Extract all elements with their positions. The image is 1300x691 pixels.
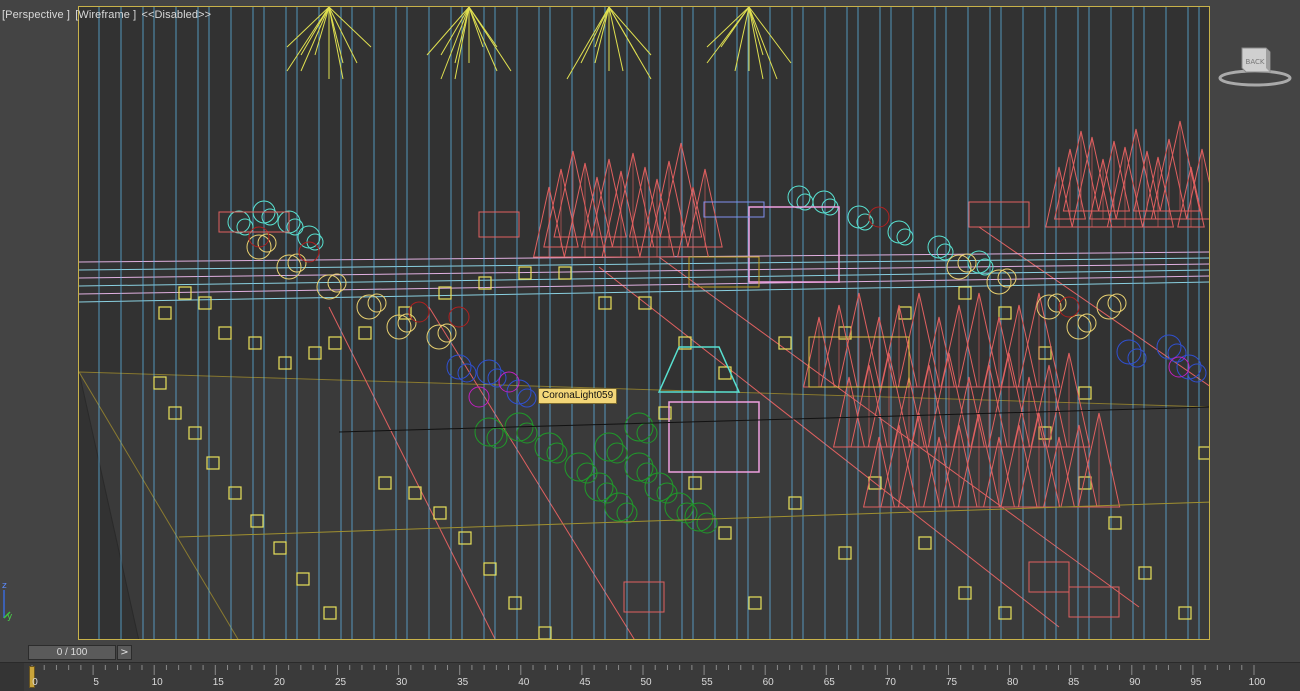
kiosk-roof [657,346,741,393]
round-tree [1058,296,1080,318]
round-tree [448,306,470,328]
light-box [778,336,792,350]
planter-box [968,201,1030,228]
round-tree [408,301,430,323]
frame-tick-label: 20 [273,677,285,688]
round-tree [896,228,914,246]
axis-y-label: y [7,612,13,622]
perspective-viewport[interactable] [78,6,1210,640]
rail-line [79,263,1209,279]
light-box [158,306,172,320]
light-box [328,336,342,350]
frame-tick-label: 45 [579,677,591,688]
shading-mode-menu[interactable]: [Wireframe ] [75,9,136,21]
frame-tick-label: 40 [518,677,530,688]
frame-tick-label: 15 [212,677,224,688]
frame-tick-label: 60 [762,677,774,688]
track-bar[interactable]: 0 5 10 15 20 25 30 35 40 45 50 55 60 65 70 75 80 85 90 95 10… [0,662,1300,691]
frame-tick-label: 70 [884,677,896,688]
sky-ray [300,7,330,56]
frame-tick-label: 80 [1007,677,1019,688]
round-tree [437,323,457,343]
viewport-label: [Perspective ] [Wireframe ] <<Disabled>> [2,9,213,21]
light-box [178,286,192,300]
round-tree [1047,293,1067,313]
wireframe-scene [79,7,1209,639]
round-tree [1077,313,1097,333]
round-tree [1127,348,1147,368]
light-box [438,286,452,300]
frame-tick-label: 10 [151,677,163,688]
view-type-menu[interactable]: [Perspective ] [2,9,70,21]
frame-tick-label: 65 [823,677,835,688]
light-box [958,286,972,300]
conifer-tree [1185,148,1209,220]
viewcube-widget[interactable]: BACK [1218,42,1292,90]
axis-tripod-icon: z y [0,578,20,622]
round-tree [1116,339,1142,365]
sky-ray [468,7,512,72]
rail-line [79,257,1209,271]
round-tree [298,241,320,263]
round-tree [487,368,507,388]
frame-tick-label: 30 [396,677,408,688]
frame-tick-label: 90 [1129,677,1141,688]
frame-tick-label: 0 [32,677,38,688]
sky-ray [748,7,764,56]
sky-ray [566,7,610,80]
sky-ray [608,7,624,72]
frame-tick-label: 95 [1190,677,1202,688]
viewcube-face-label: BACK [1246,58,1265,66]
frame-tick-label: 55 [701,677,713,688]
object-tooltip: CoronaLight059 [538,388,618,404]
sky-ray [440,7,470,80]
round-tree [457,363,477,383]
viewcube-ring [1218,69,1292,87]
light-box [218,326,232,340]
round-tree [236,218,254,236]
round-tree [1167,343,1187,363]
round-tree [868,206,890,228]
sky-ray [748,7,778,80]
road-edge [978,226,1209,387]
sky-ray [594,7,610,64]
frame-tick-label: 25 [334,677,347,688]
frame-tick-label: 35 [457,677,469,688]
axis-z-label: z [2,581,7,591]
sky-ray [286,7,330,72]
frame-tick-label: 75 [945,677,958,688]
round-tree [1156,334,1182,360]
frame-tick-label: 85 [1068,677,1080,688]
round-tree [957,253,977,273]
sky-ray [706,7,750,48]
frame-tick-label: 5 [93,677,99,688]
sky-ray [300,7,330,72]
light-box [558,266,572,280]
sky-ray [608,7,652,56]
time-slider[interactable]: 0 / 100 [28,645,116,660]
round-tree [476,359,502,385]
round-tree [327,273,347,293]
rail-line [79,269,1209,287]
sky-ray [748,7,764,80]
sky-ray [328,7,358,64]
frame-tick-label: 50 [640,677,652,688]
next-frame-button[interactable]: > [117,645,132,660]
light-box [358,326,372,340]
planter-box [478,211,520,238]
light-box [248,336,262,350]
round-tree [936,243,954,261]
sky-ray [468,7,498,72]
frame-tick-label: 100 [1248,677,1266,688]
light-box [278,356,292,370]
sky-ray [608,7,652,80]
lighting-mode-menu[interactable]: <<Disabled>> [141,9,211,21]
time-slider-bar: 0 / 100 > [0,640,1300,662]
